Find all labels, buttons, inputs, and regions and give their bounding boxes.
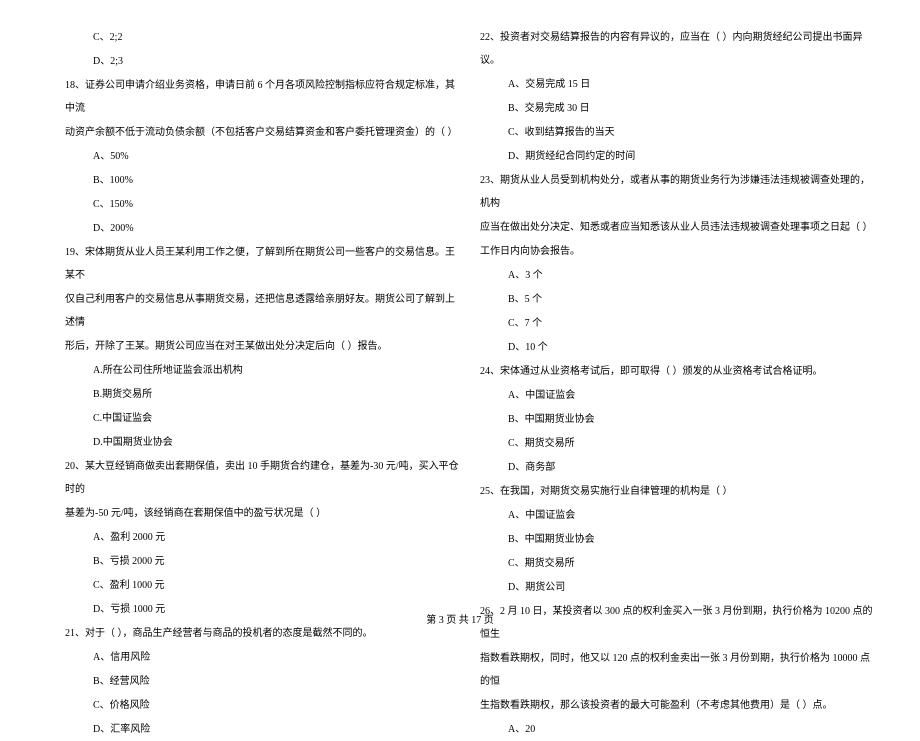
- q19-opt-d: D.中国期货业协会: [65, 431, 460, 454]
- q23-stem-line1: 23、期货从业人员受到机构处分，或者从事的期货业务行为涉嫌违法违规被调查处理的，…: [480, 169, 875, 215]
- q22-opt-a: A、交易完成 15 日: [480, 73, 875, 96]
- q25-stem-line1: 25、在我国，对期货交易实施行业自律管理的机构是（ ）: [480, 480, 875, 503]
- q21-opt-a: A、信用风险: [65, 646, 460, 669]
- q20-opt-c: C、盈利 1000 元: [65, 574, 460, 597]
- q24-opt-a: A、中国证监会: [480, 384, 875, 407]
- q18-opt-c: C、150%: [65, 193, 460, 216]
- q20-opt-a: A、盈利 2000 元: [65, 526, 460, 549]
- q21-opt-c: C、价格风险: [65, 694, 460, 717]
- q22-opt-d: D、期货经纪合同约定的时间: [480, 145, 875, 168]
- option-d: D、2;3: [65, 50, 460, 73]
- q22-stem-line1: 22、投资者对交易结算报告的内容有异议的，应当在（ ）内向期货经纪公司提出书面异…: [480, 26, 875, 72]
- q25-opt-d: D、期货公司: [480, 576, 875, 599]
- q21-opt-d: D、汇率风险: [65, 718, 460, 741]
- q22-opt-c: C、收到结算报告的当天: [480, 121, 875, 144]
- q23-opt-c: C、7 个: [480, 312, 875, 335]
- q20-stem-line1: 20、某大豆经销商做卖出套期保值，卖出 10 手期货合约建仓，基差为-30 元/…: [65, 455, 460, 501]
- q23-opt-a: A、3 个: [480, 264, 875, 287]
- q18-opt-a: A、50%: [65, 145, 460, 168]
- q26-stem-line2: 指数看跌期权，同时，他又以 120 点的权利金卖出一张 3 月份到期，执行价格为…: [480, 647, 875, 693]
- q19-stem-line3: 形后，开除了王某。期货公司应当在对王某做出处分决定后向（ ）报告。: [65, 335, 460, 358]
- q24-opt-b: B、中国期货业协会: [480, 408, 875, 431]
- q26-opt-a: A、20: [480, 718, 875, 741]
- q24-stem-line1: 24、宋体通过从业资格考试后，即可取得（ ）颁发的从业资格考试合格证明。: [480, 360, 875, 383]
- q22-opt-b: B、交易完成 30 日: [480, 97, 875, 120]
- q20-stem-line2: 基差为-50 元/吨，该经销商在套期保值中的盈亏状况是（ ）: [65, 502, 460, 525]
- q18-stem-line1: 18、证券公司申请介绍业务资格，申请日前 6 个月各项风险控制指标应符合规定标准…: [65, 74, 460, 120]
- q18-stem-line2: 动资产余额不低于流动负债余额（不包括客户交易结算资金和客户委托管理资金）的（ ）: [65, 121, 460, 144]
- left-column: C、2;2 D、2;3 18、证券公司申请介绍业务资格，申请日前 6 个月各项风…: [30, 25, 470, 600]
- q24-opt-c: C、期货交易所: [480, 432, 875, 455]
- option-c: C、2;2: [65, 26, 460, 49]
- page-wrap: C、2;2 D、2;3 18、证券公司申请介绍业务资格，申请日前 6 个月各项风…: [0, 0, 920, 600]
- q25-opt-a: A、中国证监会: [480, 504, 875, 527]
- q23-stem-line2: 应当在做出处分决定、知悉或者应当知悉该从业人员违法违规被调查处理事项之日起（ ）: [480, 216, 875, 239]
- q19-stem-line2: 仅自己利用客户的交易信息从事期货交易，还把信息透露给亲朋好友。期货公司了解到上述…: [65, 288, 460, 334]
- q21-opt-b: B、经营风险: [65, 670, 460, 693]
- q24-opt-d: D、商务部: [480, 456, 875, 479]
- q23-opt-b: B、5 个: [480, 288, 875, 311]
- q19-opt-a: A.所在公司住所地证监会派出机构: [65, 359, 460, 382]
- q26-stem-line3: 生指数看跌期权，那么该投资者的最大可能盈利（不考虑其他费用）是（ ）点。: [480, 694, 875, 717]
- page-footer: 第 3 页 共 17 页: [0, 611, 920, 626]
- q25-opt-b: B、中国期货业协会: [480, 528, 875, 551]
- q19-stem-line1: 19、宋体期货从业人员王某利用工作之便，了解到所在期货公司一些客户的交易信息。王…: [65, 241, 460, 287]
- q23-stem-line3: 工作日内向协会报告。: [480, 240, 875, 263]
- q18-opt-b: B、100%: [65, 169, 460, 192]
- q23-opt-d: D、10 个: [480, 336, 875, 359]
- q25-opt-c: C、期货交易所: [480, 552, 875, 575]
- q20-opt-b: B、亏损 2000 元: [65, 550, 460, 573]
- q19-opt-b: B.期货交易所: [65, 383, 460, 406]
- q18-opt-d: D、200%: [65, 217, 460, 240]
- right-column: 22、投资者对交易结算报告的内容有异议的，应当在（ ）内向期货经纪公司提出书面异…: [470, 25, 890, 600]
- q19-opt-c: C.中国证监会: [65, 407, 460, 430]
